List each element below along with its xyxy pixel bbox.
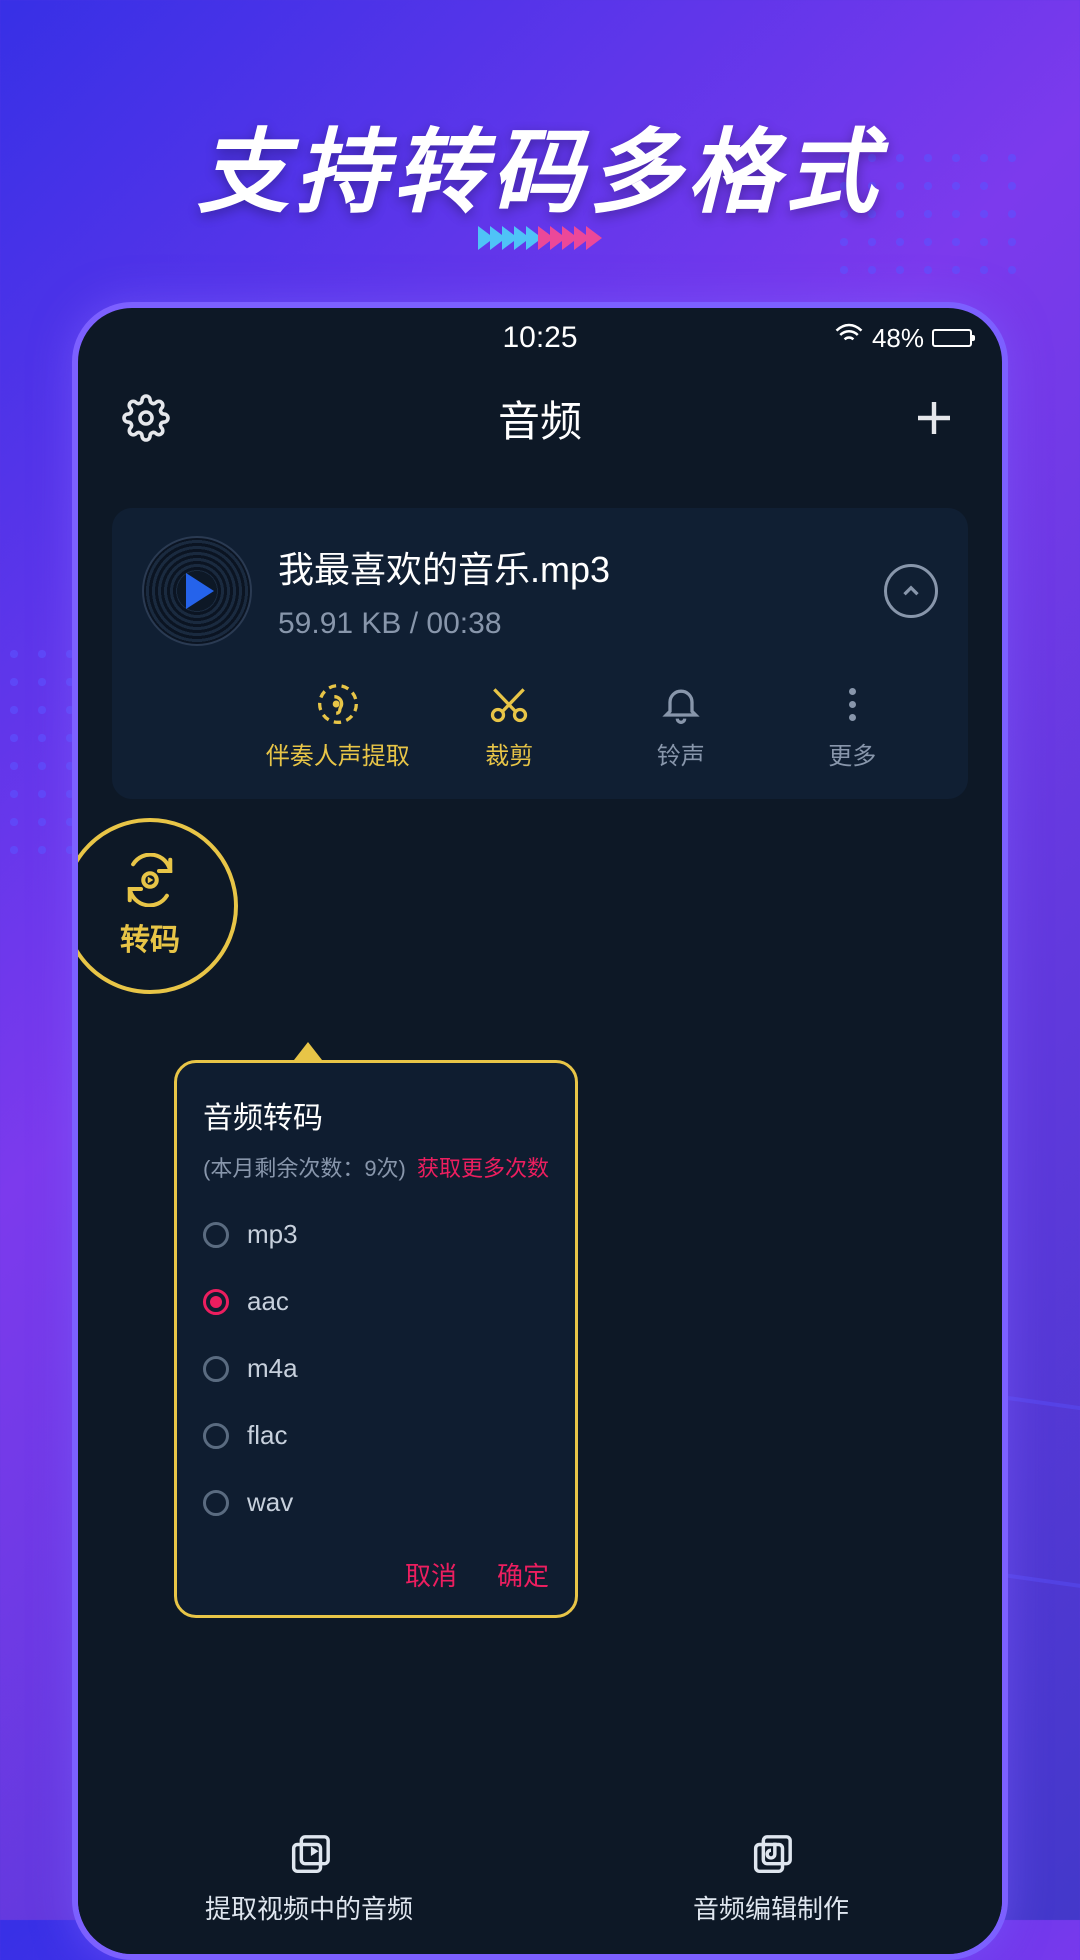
action-label: 裁剪 — [485, 736, 533, 771]
transcode-dialog: 音频转码 (本月剩余次数：9次) 获取更多次数 mp3 aac m4a flac… — [174, 1042, 578, 1618]
transcode-icon — [123, 853, 177, 907]
dialog-title: 音频转码 — [203, 1093, 549, 1137]
radio-option-mp3[interactable]: mp3 — [203, 1201, 549, 1268]
ear-icon — [316, 682, 360, 726]
radio-option-flac[interactable]: flac — [203, 1402, 549, 1469]
radio-icon — [203, 1222, 229, 1248]
disc-play-icon[interactable] — [142, 536, 252, 646]
radio-option-wav[interactable]: wav — [203, 1469, 549, 1536]
transcode-label: 转码 — [120, 915, 180, 959]
get-more-link[interactable]: 获取更多次数 — [417, 1151, 549, 1183]
radio-label: m4a — [247, 1353, 298, 1384]
headline-text: 支持转码多格式 — [0, 98, 1080, 231]
battery-icon — [932, 329, 972, 347]
action-trim[interactable]: 裁剪 — [424, 682, 596, 771]
tab-extract-audio[interactable]: 提取视频中的音频 — [78, 1804, 540, 1954]
actions-row: 伴奏人声提取 裁剪 铃声 更多 — [142, 682, 938, 771]
radio-label: mp3 — [247, 1219, 298, 1250]
radio-option-aac[interactable]: aac — [203, 1268, 549, 1335]
radio-label: aac — [247, 1286, 289, 1317]
format-radio-list: mp3 aac m4a flac wav — [203, 1201, 549, 1536]
radio-icon — [203, 1289, 229, 1315]
wifi-icon — [834, 320, 864, 357]
radio-label: wav — [247, 1487, 293, 1518]
dialog-remaining: (本月剩余次数：9次) — [203, 1151, 406, 1183]
action-label: 伴奏人声提取 — [266, 736, 410, 771]
radio-icon — [203, 1423, 229, 1449]
bell-icon — [659, 682, 703, 726]
dialog-pointer — [294, 1042, 322, 1060]
status-time: 10:25 — [502, 321, 577, 355]
action-ringtone[interactable]: 铃声 — [595, 682, 767, 771]
radio-option-m4a[interactable]: m4a — [203, 1335, 549, 1402]
action-label: 更多 — [828, 736, 876, 771]
radio-label: flac — [247, 1420, 287, 1451]
tab-audio-edit[interactable]: 音频编辑制作 — [540, 1804, 1002, 1954]
phone-frame: 10:25 48% 音频 我最喜欢的音乐.mp3 59.91 KB / 00:3… — [72, 302, 1008, 1960]
audio-title: 我最喜欢的音乐.mp3 — [278, 541, 858, 593]
action-vocal-extract[interactable]: 伴奏人声提取 — [252, 682, 424, 771]
audio-edit-icon — [748, 1833, 794, 1879]
audio-size-duration: 59.91 KB / 00:38 — [278, 607, 858, 641]
radio-icon — [203, 1356, 229, 1382]
bottom-tab-bar: 提取视频中的音频 音频编辑制作 — [78, 1804, 1002, 1954]
dialog-confirm-button[interactable]: 确定 — [497, 1556, 549, 1593]
page-title: 音频 — [498, 388, 582, 449]
settings-icon[interactable] — [122, 394, 170, 442]
audio-card: 我最喜欢的音乐.mp3 59.91 KB / 00:38 伴奏人声提取 裁剪 — [112, 508, 968, 799]
battery-percent: 48% — [872, 323, 924, 354]
transcode-callout-button[interactable]: 转码 — [72, 818, 238, 994]
add-icon[interactable] — [910, 394, 958, 442]
action-label: 铃声 — [657, 736, 705, 771]
headline-chevrons — [0, 226, 1080, 250]
dialog-cancel-button[interactable]: 取消 — [405, 1556, 457, 1593]
nav-bar: 音频 — [78, 368, 1002, 468]
video-extract-icon — [286, 1833, 332, 1879]
status-bar: 10:25 48% — [78, 308, 1002, 368]
action-more[interactable]: 更多 — [767, 682, 939, 771]
radio-icon — [203, 1490, 229, 1516]
scissors-icon — [487, 682, 531, 726]
more-vertical-icon — [830, 682, 874, 726]
collapse-button[interactable] — [884, 564, 938, 618]
